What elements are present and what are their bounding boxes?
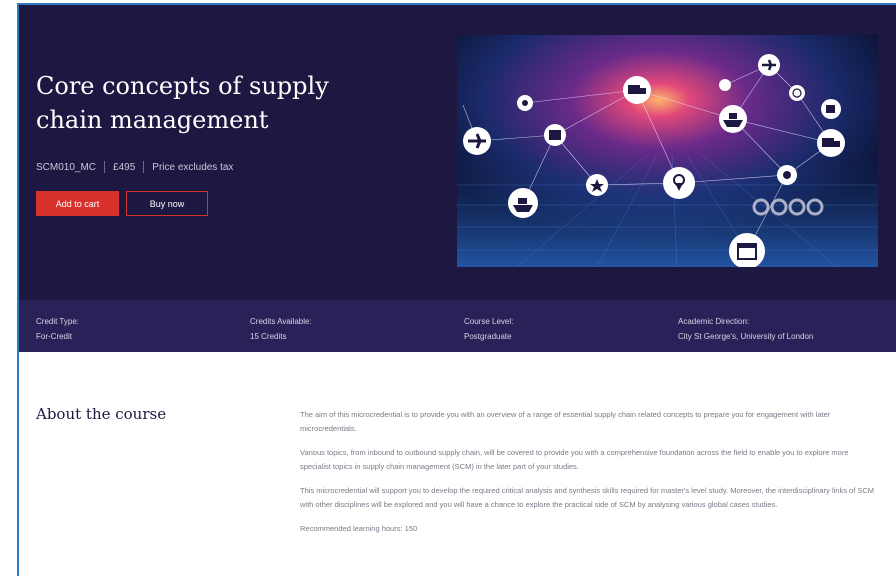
about-paragraph: This microcredential will support you to… [300, 486, 875, 509]
about-description: The aim of this microcredential is to pr… [300, 408, 878, 546]
about-paragraph: The aim of this microcredential is to pr… [300, 410, 831, 433]
airplane-icon [463, 127, 491, 155]
credits-available-label: Credits Available: [250, 317, 312, 326]
truck-icon [623, 76, 651, 104]
course-level-label: Course Level: [464, 317, 514, 326]
course-level-column: Course Level: Postgraduate [464, 314, 513, 344]
about-paragraph: Various topics, from inbound to outbound… [300, 448, 849, 471]
buy-now-button[interactable]: Buy now [126, 191, 208, 216]
truck-icon [817, 129, 845, 157]
course-title: Core concepts of supply chain management [36, 72, 329, 134]
ship-icon [719, 105, 747, 133]
academic-direction-value: City St George's, University of London [678, 332, 814, 341]
meta-divider [104, 161, 106, 173]
academic-direction-column: Academic Direction: City St George's, Un… [678, 314, 813, 344]
credit-type-column: Credit Type: For-Credit [36, 314, 79, 344]
gear-icon [719, 79, 731, 91]
course-code: SCM010_MC [36, 161, 97, 173]
course-price: £495 [113, 161, 136, 173]
page-frame: Core concepts of supply chain management… [17, 3, 896, 576]
star-icon [586, 174, 608, 196]
course-level-value: Postgraduate [464, 332, 512, 341]
about-heading: About the course [36, 405, 167, 423]
course-hero: Core concepts of supply chain management… [19, 5, 896, 300]
tax-note: Price excludes tax [152, 161, 234, 173]
supply-chain-network-image [457, 35, 878, 267]
forklift-icon [821, 99, 841, 119]
credit-type-value: For-Credit [36, 332, 73, 341]
course-meta: SCM010_MC £495 Price excludes tax [36, 161, 233, 173]
credits-available-value: 15 Credits [250, 332, 287, 341]
credit-type-label: Credit Type: [36, 317, 79, 326]
gear-icon [517, 95, 533, 111]
meta-divider [143, 161, 145, 173]
globe-icon [789, 85, 805, 101]
academic-direction-label: Academic Direction: [678, 317, 750, 326]
airplane-icon [758, 54, 780, 76]
ship-icon [508, 188, 538, 218]
course-info-bar: Credit Type: For-Credit Credits Availabl… [19, 300, 896, 352]
add-to-cart-button[interactable]: Add to cart [36, 191, 119, 216]
recommended-hours: Recommended learning hours: 150 [300, 524, 418, 533]
gear-icon [777, 165, 797, 185]
package-icon [544, 124, 566, 146]
location-pin-icon [663, 167, 695, 199]
credits-available-column: Credits Available: 15 Credits [250, 314, 312, 344]
